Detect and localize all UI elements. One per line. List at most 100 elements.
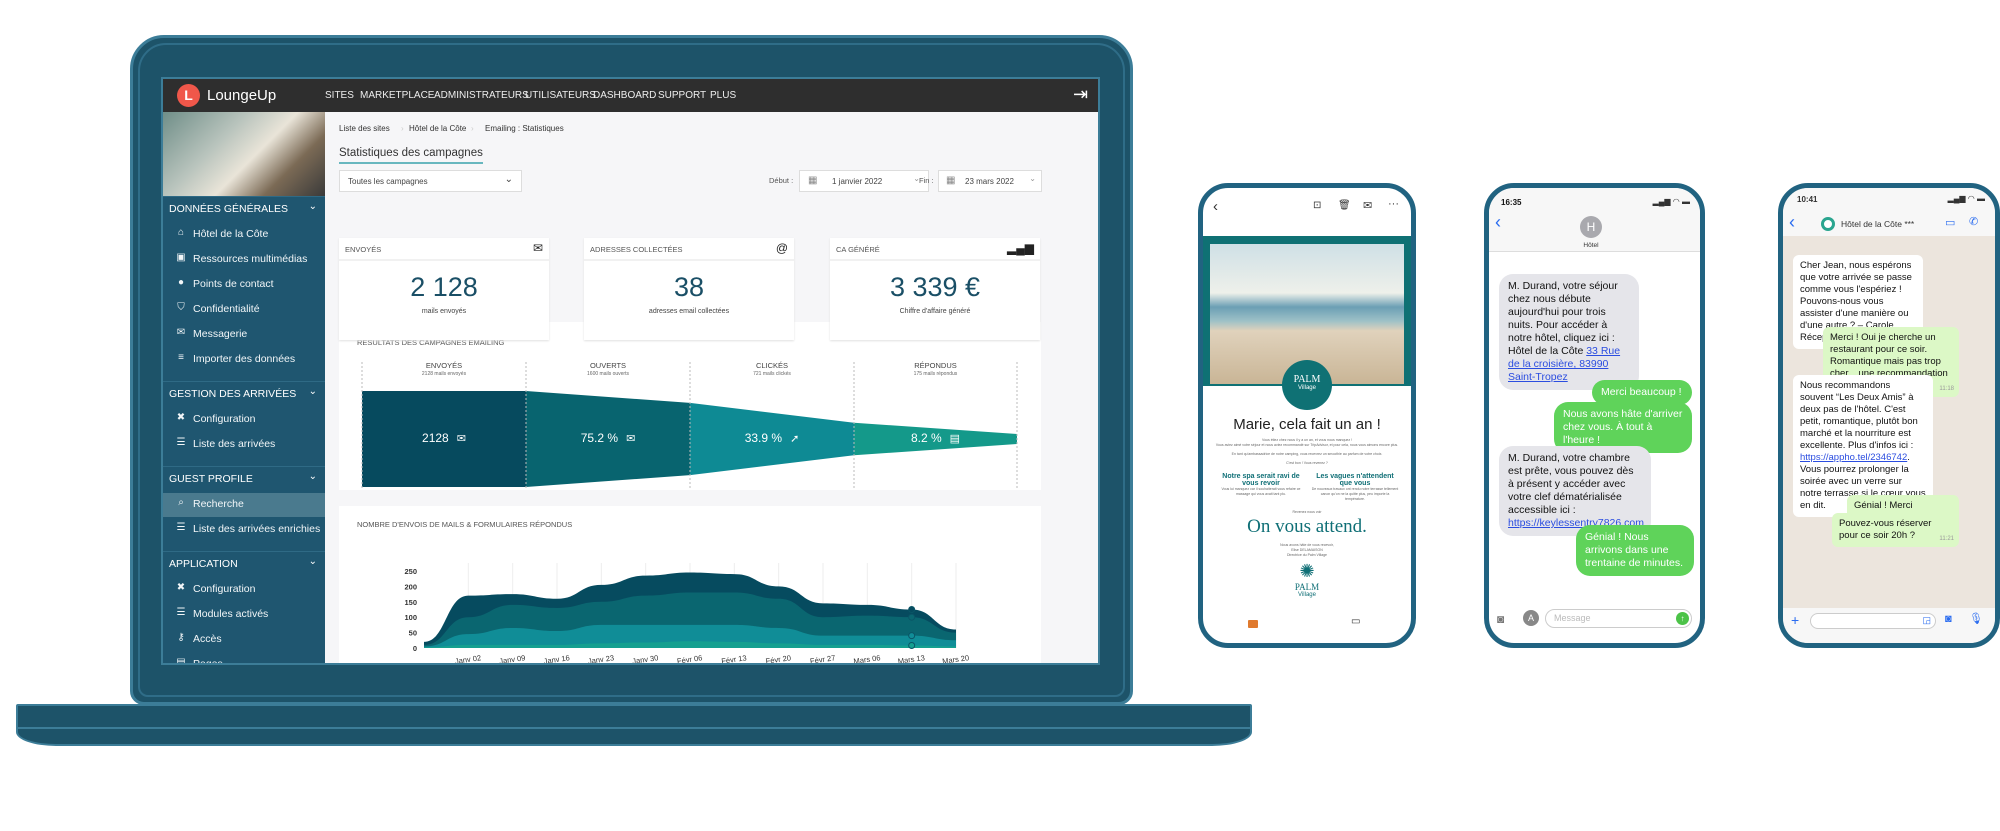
message-link[interactable]: https://appho.tel/2346742 bbox=[1800, 452, 1907, 463]
email-phone: ‹ ⊡ 🗑 ✉ ··· PALM Village Marie, cela fai… bbox=[1198, 183, 1416, 648]
breadcrumb-item[interactable]: Emailing : Statistiques bbox=[485, 124, 564, 133]
funnel-step-icon: ▤ bbox=[949, 433, 961, 445]
funnel-value-text: 8.2 % bbox=[910, 431, 942, 445]
section-title: GESTION DES ARRIVÉES bbox=[169, 388, 297, 400]
end-date-label: Fin : bbox=[919, 176, 934, 185]
contact-name[interactable]: Hôtel bbox=[1489, 242, 1693, 249]
sidebar-item-label: Liste des arrivées enrichies bbox=[193, 523, 321, 535]
funnel-step-sub: 175 mails répondus bbox=[913, 371, 958, 377]
sidebar-item[interactable]: ☰ Liste des arrivées enrichies bbox=[163, 518, 325, 542]
sidebar-item[interactable]: ✖ Configuration bbox=[163, 408, 325, 432]
trash-icon[interactable]: 🗑 bbox=[1338, 200, 1351, 211]
nav-marketplace[interactable]: MARKETPLACE bbox=[360, 90, 434, 101]
back-icon[interactable]: ‹ bbox=[1495, 212, 1501, 233]
sidebar-item[interactable]: ⛉ Confidentialité bbox=[163, 298, 325, 322]
funnel-step-sub: 1600 mails ouverts bbox=[587, 371, 629, 377]
sidebar-section-header[interactable]: APPLICATION ⌄ bbox=[163, 551, 325, 575]
contact-avatar[interactable]: H bbox=[1580, 216, 1602, 238]
nav-support[interactable]: SUPPORT bbox=[658, 90, 706, 101]
hover-point[interactable] bbox=[908, 613, 916, 621]
database-icon: ≡ bbox=[178, 352, 184, 363]
chevron-down-icon[interactable]: ⌄ bbox=[309, 201, 317, 212]
nav-plus[interactable]: PLUS bbox=[710, 90, 736, 101]
video-call-icon[interactable]: ▭ bbox=[1945, 216, 1955, 229]
mail-app-icon[interactable] bbox=[1248, 620, 1258, 628]
message-bubble-out: Pouvez-vous réserver pour ce soir 20h ? 1… bbox=[1832, 513, 1959, 547]
sidebar-item[interactable]: ● Points de contact bbox=[163, 273, 325, 297]
card-title: CA GÉNÉRÉ bbox=[836, 245, 880, 254]
hover-point[interactable] bbox=[908, 632, 916, 640]
brand-name: LoungeUp bbox=[207, 87, 277, 104]
funnel-step-icon: ✉ bbox=[626, 433, 636, 445]
campaign-select-value: Toutes les campagnes bbox=[348, 177, 428, 186]
nav-utilisateurs[interactable]: UTILISATEURS bbox=[525, 90, 596, 101]
archive-icon[interactable]: ⊡ bbox=[1313, 200, 1321, 211]
tools-icon: ✖ bbox=[176, 582, 186, 593]
hotel-avatar[interactable] bbox=[1821, 217, 1835, 231]
send-icon[interactable]: ↑ bbox=[1676, 612, 1689, 625]
appstore-icon[interactable]: A bbox=[1523, 610, 1539, 626]
camera-icon[interactable]: ◙ bbox=[1945, 613, 1952, 625]
sidebar-item[interactable]: ⌂ Hôtel de la Côte bbox=[163, 223, 325, 247]
sidebar-item[interactable]: ▤ Pages bbox=[163, 653, 325, 663]
contact-name[interactable]: Hôtel de la Côte *** bbox=[1841, 219, 1914, 229]
chevron-down-icon: ⌄ bbox=[504, 174, 513, 185]
camera-icon[interactable]: ◙ bbox=[1497, 612, 1504, 626]
x-tick-label: Févr 27 bbox=[809, 653, 835, 665]
campaign-select[interactable]: Toutes les campagnes ⌄ bbox=[339, 170, 522, 192]
sidebar-item[interactable]: ⚷ Accès bbox=[163, 628, 325, 652]
message-text: Nous avons hâte d'arriver chez vous. À t… bbox=[1563, 408, 1683, 446]
nav-dashboard[interactable]: DASHBOARD bbox=[593, 90, 656, 101]
sidebar-item[interactable]: ☰ Liste des arrivées bbox=[163, 433, 325, 457]
plus-icon[interactable]: + bbox=[1791, 612, 1799, 628]
loungeup-logo[interactable]: L bbox=[177, 84, 200, 107]
sidebar-item[interactable]: ✉ Messagerie bbox=[163, 323, 325, 347]
sidebar-item[interactable]: ✖ Configuration bbox=[163, 578, 325, 602]
breadcrumb-item[interactable]: Liste des sites bbox=[339, 124, 390, 133]
search-icon: ⌕ bbox=[178, 497, 184, 508]
sidebar-item[interactable]: ▣ Ressources multimédias bbox=[163, 248, 325, 272]
video-icon[interactable]: ▭ bbox=[1351, 616, 1360, 627]
nav-administrateurs[interactable]: ADMINISTRATEURS bbox=[434, 90, 529, 101]
email-cta[interactable]: On vous attend. bbox=[1203, 516, 1411, 538]
hover-point[interactable] bbox=[908, 606, 916, 613]
palm-village-logo: PALM Village bbox=[1282, 360, 1332, 410]
chevron-down-icon[interactable]: ⌄ bbox=[309, 556, 317, 567]
laptop-base bbox=[16, 704, 1252, 746]
sidebar-item[interactable]: ⌕ Recherche bbox=[163, 493, 325, 517]
sidebar-section-header[interactable]: GUEST PROFILE ⌄ bbox=[163, 466, 325, 490]
end-date-picker[interactable]: ▦ 23 mars 2022 ⌄ bbox=[938, 170, 1042, 192]
sidebar-item-label: Ressources multimédias bbox=[193, 253, 308, 265]
wa-message-input[interactable]: ◲ bbox=[1810, 613, 1936, 629]
sidebar-item-label: Recherche bbox=[193, 498, 244, 510]
mail-icon[interactable]: ✉ bbox=[1363, 199, 1372, 212]
phone-call-icon[interactable]: ✆ bbox=[1969, 215, 1978, 228]
x-tick-label: Mars 20 bbox=[942, 653, 970, 665]
mic-icon[interactable]: 🎙 bbox=[1969, 612, 1983, 625]
sidebar-item[interactable]: ☰ Modules activés bbox=[163, 603, 325, 627]
tools-icon: ✖ bbox=[176, 412, 186, 423]
chevron-down-icon[interactable]: ⌄ bbox=[309, 386, 317, 397]
funnel-chart bbox=[361, 362, 1018, 488]
back-icon[interactable]: ‹ bbox=[1789, 212, 1795, 233]
message-input[interactable]: Message ↑ bbox=[1545, 609, 1692, 628]
sticker-icon[interactable]: ◲ bbox=[1922, 615, 1931, 626]
start-date-picker[interactable]: ▦ 1 janvier 2022 ⌄ bbox=[799, 170, 929, 192]
sidebar-section-header[interactable]: DONNÉES GÉNÉRALES ⌄ bbox=[163, 196, 325, 220]
area-chart: Janv 02 Janv 09 Janv 16 Janv 23 Janv 30 Févr … bbox=[404, 563, 970, 665]
breadcrumb-item[interactable]: Hôtel de la Côte bbox=[409, 124, 466, 133]
footer-brand-sub: Village bbox=[1298, 592, 1316, 598]
funnel-step-value: 2128 ✉ bbox=[362, 431, 526, 445]
chevron-down-icon[interactable]: ⌄ bbox=[309, 471, 317, 482]
hover-point[interactable] bbox=[908, 642, 916, 650]
nav-sites[interactable]: SITES bbox=[325, 90, 354, 101]
message-text: M. Durand, votre chambre est prête, vous… bbox=[1508, 452, 1634, 516]
logout-icon[interactable]: ⇥ bbox=[1073, 84, 1088, 105]
sidebar-section-header[interactable]: GESTION DES ARRIVÉES ⌄ bbox=[163, 381, 325, 405]
x-tick-label: Févr 06 bbox=[676, 653, 702, 665]
back-icon[interactable]: ‹ bbox=[1213, 198, 1218, 215]
card-header: ADRESSES COLLECTÉES @ bbox=[584, 238, 794, 261]
sidebar-item[interactable]: ≡ Importer des données bbox=[163, 348, 325, 372]
more-icon[interactable]: ··· bbox=[1388, 198, 1399, 210]
bars-icon: ▂▄▆ bbox=[1007, 241, 1034, 255]
